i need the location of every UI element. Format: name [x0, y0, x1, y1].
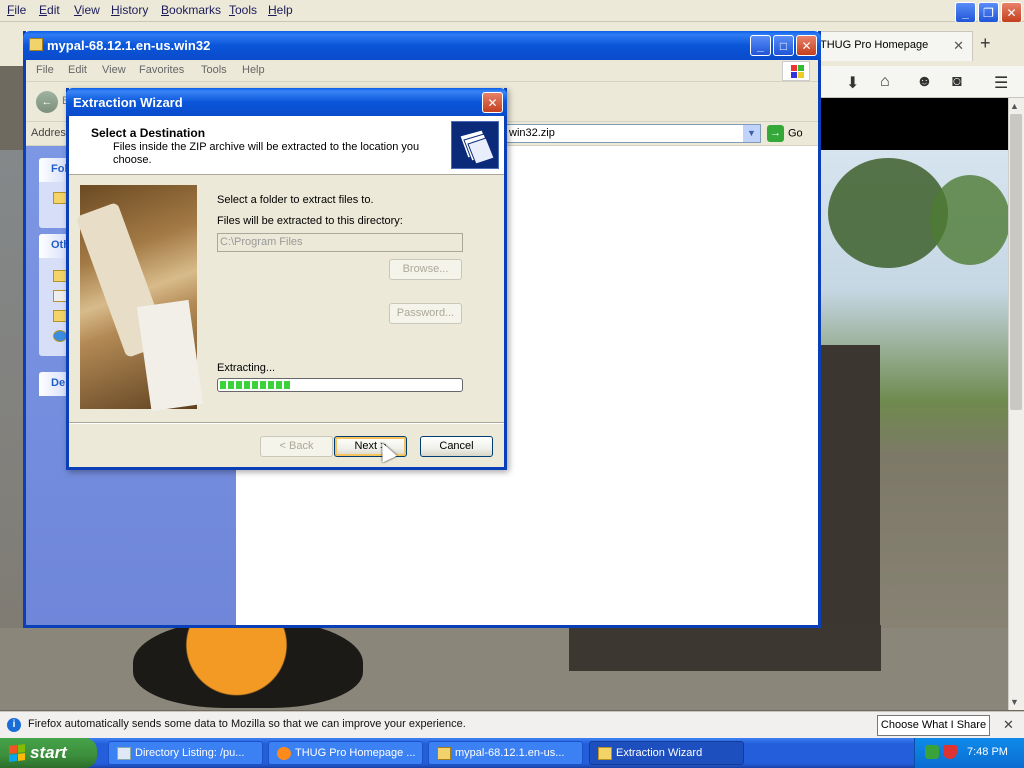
wizard-separator	[69, 422, 504, 424]
network-icon	[53, 330, 67, 342]
select-folder-text: Select a folder to extract files to.	[217, 194, 374, 206]
progress-fill	[220, 381, 292, 389]
scene-tree	[930, 175, 1010, 265]
folder-icon	[53, 270, 67, 282]
menu-edit[interactable]: Edit	[68, 64, 87, 76]
emoji-icon[interactable]: ☻	[916, 73, 933, 91]
minimize-button[interactable]: _	[750, 35, 771, 56]
restore-button[interactable]: ❐	[978, 2, 999, 23]
skater-figure	[133, 618, 363, 708]
address-input[interactable]: win32.zip ▼	[506, 124, 761, 143]
progress-label: Extracting...	[217, 362, 276, 374]
start-label: start	[30, 743, 67, 762]
wizard-step-subtitle: Files inside the ZIP archive will be ext…	[113, 141, 420, 166]
minimize-button[interactable]: _	[955, 2, 976, 23]
destination-directory-field: C:\Program Files	[217, 233, 463, 252]
info-icon: i	[7, 718, 21, 732]
extract-folders-icon	[451, 121, 499, 169]
taskbar-item-label: Extraction Wizard	[616, 747, 703, 759]
browse-button: Browse...	[389, 259, 462, 280]
download-icon[interactable]: ⬇	[846, 73, 859, 93]
scrollbar-thumb[interactable]	[1010, 114, 1022, 410]
wizard-titlebar[interactable]: Extraction Wizard ✕	[66, 88, 507, 116]
back-button: < Back	[260, 436, 333, 457]
folder-icon	[53, 310, 67, 322]
new-tab-button[interactable]: +	[980, 33, 991, 54]
menu-view[interactable]: View	[74, 3, 100, 17]
network-tray-icon[interactable]	[925, 745, 939, 759]
scroll-down-icon[interactable]: ▼	[1010, 697, 1019, 707]
taskbar-item-label: mypal-68.12.1.en-us...	[455, 747, 565, 759]
wizard-title: Extraction Wizard	[73, 95, 183, 110]
close-button[interactable]: ✕	[796, 35, 817, 56]
taskbar-item-active[interactable]: Extraction Wizard	[589, 741, 744, 765]
go-arrow-icon: →	[767, 125, 784, 142]
wizard-step-title: Select a Destination	[91, 126, 206, 140]
choose-what-i-share-button[interactable]: Choose What I Share	[877, 715, 990, 736]
ie-icon	[117, 747, 131, 760]
scene-ramp	[569, 625, 881, 671]
chevron-down-icon[interactable]: ▼	[743, 125, 760, 142]
zip-folder-icon	[437, 747, 451, 760]
menu-view[interactable]: View	[102, 64, 126, 76]
go-label: Go	[788, 127, 803, 140]
explorer-titlebar[interactable]: mypal-68.12.1.en-us.win32 _ □ ✕	[23, 31, 821, 60]
menu-bookmarks[interactable]: Bookmarks	[161, 3, 221, 17]
maximize-button[interactable]: □	[773, 35, 794, 56]
wizard-header: Select a Destination Files inside the ZI…	[69, 116, 504, 175]
zip-folder-icon	[29, 38, 43, 51]
back-arrow-icon[interactable]: ←	[36, 91, 58, 113]
tab-close-icon[interactable]: ✕	[953, 38, 964, 54]
wizard-side-image	[75, 185, 204, 412]
taskbar-item[interactable]: THUG Pro Homepage ...	[268, 741, 423, 765]
firefox-menubar: File Edit View History Bookmarks Tools H…	[0, 0, 1024, 22]
pocket-icon[interactable]: ◙	[952, 73, 962, 91]
menu-file[interactable]: File	[36, 64, 54, 76]
scroll-up-icon[interactable]: ▲	[1010, 101, 1019, 111]
windows-flag-icon	[9, 744, 25, 762]
taskbar-item-label: THUG Pro Homepage ...	[295, 747, 416, 759]
menu-favorites[interactable]: Favorites	[139, 64, 184, 76]
hamburger-menu-icon[interactable]: ☰	[994, 73, 1008, 93]
menu-edit[interactable]: Edit	[39, 3, 60, 17]
windows-logo-icon	[782, 61, 810, 81]
notification-bar: i Firefox automatically sends some data …	[0, 711, 1024, 738]
page-dark-band	[820, 98, 1008, 150]
taskbar-item[interactable]: Directory Listing: /pu...	[108, 741, 263, 765]
folder-icon	[53, 192, 67, 204]
go-button[interactable]: → Go	[767, 125, 803, 142]
folder-icon	[598, 747, 612, 760]
password-button: Password...	[389, 303, 462, 324]
firefox-toolbar: ⬇ ⌂ ☻ ◙ ☰	[820, 66, 1024, 98]
address-value: win32.zip	[509, 127, 555, 139]
start-button[interactable]: start	[0, 738, 97, 768]
tab-title: THUG Pro Homepage	[820, 39, 929, 51]
menu-help[interactable]: Help	[242, 64, 265, 76]
menu-tools[interactable]: Tools	[229, 3, 257, 17]
documents-icon	[53, 290, 67, 302]
clock: 7:48 PM	[967, 746, 1008, 758]
tab-thug-pro[interactable]: THUG Pro Homepage ✕	[815, 31, 973, 61]
taskbar-item[interactable]: mypal-68.12.1.en-us...	[428, 741, 583, 765]
firefox-window-controls: _ ❐ ✕	[955, 2, 1022, 23]
taskbar-item-label: Directory Listing: /pu...	[135, 747, 245, 759]
cancel-button[interactable]: Cancel	[420, 436, 493, 457]
home-icon[interactable]: ⌂	[880, 73, 890, 91]
menu-file[interactable]: File	[7, 3, 26, 17]
extraction-progress-bar	[217, 378, 463, 392]
menu-history[interactable]: History	[111, 3, 148, 17]
menu-tools[interactable]: Tools	[201, 64, 227, 76]
explorer-title: mypal-68.12.1.en-us.win32	[47, 38, 211, 53]
firefox-icon	[277, 747, 291, 760]
wizard-close-button[interactable]: ✕	[482, 92, 503, 113]
notification-close-icon[interactable]: ✕	[1003, 717, 1014, 733]
menu-help[interactable]: Help	[268, 3, 293, 17]
system-tray: 7:48 PM	[914, 738, 1024, 768]
close-button[interactable]: ✕	[1001, 2, 1022, 23]
explorer-menubar: File Edit View Favorites Tools Help	[26, 60, 818, 82]
notification-text: Firefox automatically sends some data to…	[28, 718, 466, 730]
directory-label: Files will be extracted to this director…	[217, 215, 403, 227]
security-shield-icon[interactable]	[943, 745, 957, 759]
